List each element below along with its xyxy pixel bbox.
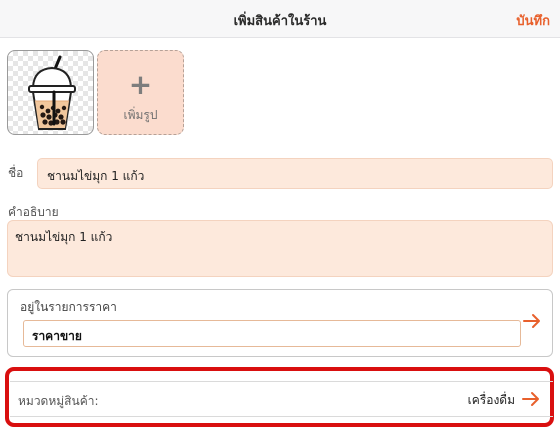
name-input[interactable]: ชานมไข่มุก 1 แก้ว — [37, 158, 553, 189]
top-bar: เพิ่มสินค้าในร้าน บันทึก — [0, 0, 560, 38]
category-selector[interactable]: หมวดหมู่สินค้า: เครื่องดื่ม — [10, 381, 553, 417]
category-label: หมวดหมู่สินค้า: — [18, 394, 99, 408]
save-button[interactable]: บันทึก — [516, 10, 550, 31]
add-photo-label: เพิ่มรูป — [123, 108, 158, 122]
arrow-right-icon[interactable] — [521, 390, 541, 408]
product-image-thumbnail[interactable] — [7, 50, 94, 135]
description-input[interactable]: ชานมไข่มุก 1 แก้ว — [7, 220, 553, 277]
arrow-right-icon[interactable] — [522, 312, 542, 330]
page-title: เพิ่มสินค้าในร้าน — [233, 14, 327, 29]
plus-icon: + — [128, 68, 153, 101]
add-photo-button[interactable]: + เพิ่มรูป — [97, 50, 184, 135]
price-list-selector[interactable]: อยู่ในรายการราคา ราคาขาย — [7, 289, 553, 357]
bubble-tea-icon — [28, 55, 76, 130]
name-label: ชื่อ — [8, 166, 24, 180]
price-list-label: อยู่ในรายการราคา — [20, 300, 117, 314]
category-value: เครื่องดื่ม — [467, 393, 515, 407]
price-field[interactable]: ราคาขาย — [23, 320, 521, 347]
